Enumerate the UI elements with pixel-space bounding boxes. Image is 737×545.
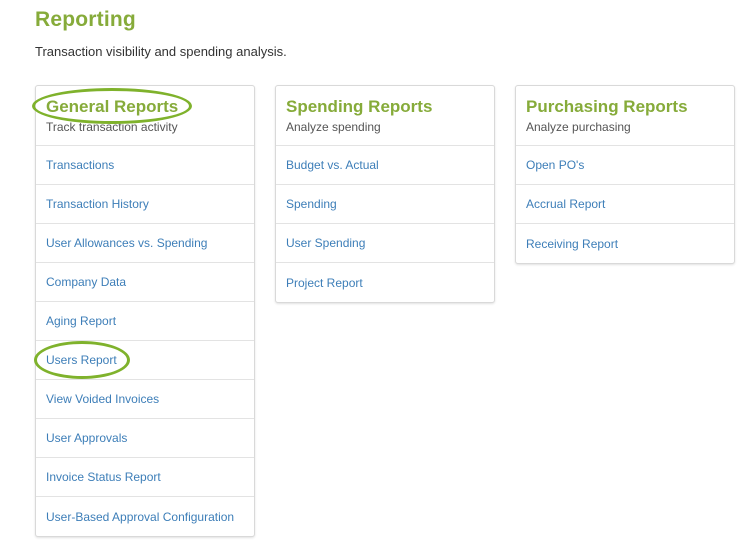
- list-item: Spending: [276, 185, 494, 224]
- page-title: Reporting: [35, 8, 136, 31]
- link-users-report-text: Users Report: [46, 353, 117, 367]
- link-budget-vs-actual[interactable]: Budget vs. Actual: [286, 158, 379, 172]
- purchasing-reports-description: Analyze purchasing: [526, 120, 631, 134]
- link-transaction-history[interactable]: Transaction History: [46, 197, 149, 211]
- list-item: Transactions: [36, 146, 254, 185]
- purchasing-reports-card: Purchasing Reports Analyze purchasing Op…: [515, 85, 735, 264]
- list-item: Open PO's: [516, 146, 734, 185]
- list-item: User Spending: [276, 224, 494, 263]
- list-item: User Approvals: [36, 419, 254, 458]
- list-item: Budget vs. Actual: [276, 146, 494, 185]
- list-item: Users Report: [34, 341, 254, 380]
- link-spending[interactable]: Spending: [286, 197, 337, 211]
- link-view-voided-invoices[interactable]: View Voided Invoices: [46, 392, 159, 406]
- link-receiving-report[interactable]: Receiving Report: [526, 237, 618, 251]
- link-project-report[interactable]: Project Report: [286, 276, 363, 290]
- list-item: Transaction History: [36, 185, 254, 224]
- spending-reports-list: Budget vs. Actual Spending User Spending…: [276, 146, 494, 302]
- link-user-approvals[interactable]: User Approvals: [46, 431, 127, 445]
- purchasing-reports-title: Purchasing Reports: [526, 97, 688, 116]
- link-user-allowances-vs-spending[interactable]: User Allowances vs. Spending: [46, 236, 207, 250]
- general-reports-list: Transactions Transaction History User Al…: [34, 146, 254, 536]
- card-header: General Reports Track transaction activi…: [32, 86, 254, 146]
- list-item: Accrual Report: [516, 185, 734, 224]
- link-open-pos[interactable]: Open PO's: [526, 158, 584, 172]
- list-item: Company Data: [36, 263, 254, 302]
- list-item: User-Based Approval Configuration: [36, 497, 254, 536]
- list-item: Aging Report: [36, 302, 254, 341]
- link-company-data[interactable]: Company Data: [46, 275, 126, 289]
- link-user-spending[interactable]: User Spending: [286, 236, 365, 250]
- page-subtitle: Transaction visibility and spending anal…: [35, 44, 287, 59]
- general-reports-card: General Reports Track transaction activi…: [32, 85, 255, 537]
- card-title-text: General Reports: [46, 97, 179, 116]
- list-item: User Allowances vs. Spending: [36, 224, 254, 263]
- card-header: Purchasing Reports Analyze purchasing: [516, 86, 734, 146]
- spending-reports-title: Spending Reports: [286, 97, 433, 116]
- link-user-based-approval-configuration[interactable]: User-Based Approval Configuration: [46, 510, 234, 524]
- purchasing-reports-list: Open PO's Accrual Report Receiving Repor…: [516, 146, 734, 263]
- link-transactions[interactable]: Transactions: [46, 158, 114, 172]
- list-item: View Voided Invoices: [36, 380, 254, 419]
- general-reports-description: Track transaction activity: [46, 120, 178, 134]
- list-item: Receiving Report: [516, 224, 734, 263]
- general-reports-title: General Reports: [32, 88, 192, 124]
- list-item: Project Report: [276, 263, 494, 302]
- link-invoice-status-report[interactable]: Invoice Status Report: [46, 470, 161, 484]
- card-header: Spending Reports Analyze spending: [276, 86, 494, 146]
- spending-reports-description: Analyze spending: [286, 120, 381, 134]
- link-aging-report[interactable]: Aging Report: [46, 314, 116, 328]
- list-item: Invoice Status Report: [36, 458, 254, 497]
- spending-reports-card: Spending Reports Analyze spending Budget…: [275, 85, 495, 303]
- link-accrual-report[interactable]: Accrual Report: [526, 197, 605, 211]
- link-users-report[interactable]: Users Report: [34, 341, 130, 379]
